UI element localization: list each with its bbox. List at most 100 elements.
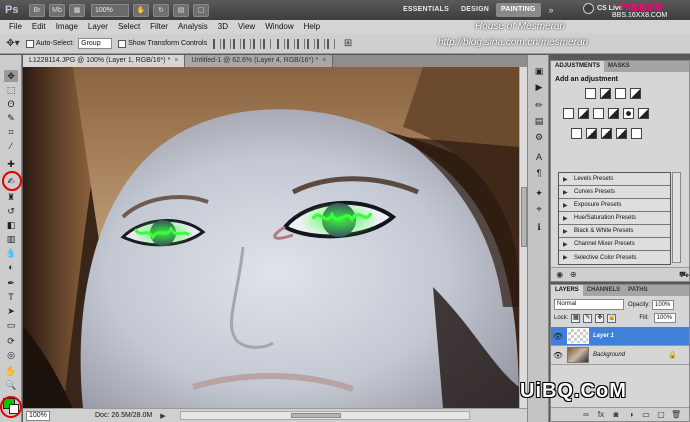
workspace-painting[interactable]: PAINTING [496, 3, 541, 17]
move-tool-preset-icon[interactable]: ✥▾ [6, 38, 20, 50]
menu-view[interactable]: View [233, 20, 260, 34]
preset-levels[interactable]: ▶ Levels Presets [559, 173, 670, 186]
mini-bridge-icon[interactable]: Mb [49, 3, 65, 17]
marquee-tool-icon[interactable]: ⬚ [4, 84, 18, 96]
distribute-top-icon[interactable] [277, 38, 286, 49]
menu-analysis[interactable]: Analysis [173, 20, 213, 34]
vibrance-icon[interactable] [563, 108, 574, 119]
zoom-level-select[interactable]: 100% [91, 3, 129, 17]
auto-select-target-select[interactable]: Group [78, 38, 113, 49]
blend-mode-select[interactable]: Normal [554, 299, 624, 310]
black-white-icon[interactable] [608, 108, 619, 119]
hue-saturation-icon[interactable] [578, 108, 589, 119]
close-icon[interactable]: × [322, 55, 326, 67]
horizontal-scrollbar[interactable] [179, 411, 470, 420]
hand-tool-icon[interactable]: ✋ [4, 365, 18, 377]
distribute-left-icon[interactable] [307, 38, 316, 49]
add-mask-icon[interactable]: ◙ [611, 410, 621, 419]
preset-hue-saturation[interactable]: ▶ Hue/Saturation Presets [559, 212, 670, 225]
more-workspaces-icon[interactable]: » [549, 3, 554, 17]
zoom-percentage-field[interactable]: 100% [26, 410, 50, 421]
layer-row-background[interactable]: 👁 Background 🔒 [551, 346, 689, 365]
3d-camera-tool-icon[interactable]: ◎ [4, 349, 18, 361]
workspace-essentials[interactable]: ESSENTIALS [398, 3, 454, 17]
preset-exposure[interactable]: ▶ Exposure Presets [559, 199, 670, 212]
hand-tool-icon[interactable]: ✋ [133, 3, 149, 17]
character-panel-icon[interactable]: A [532, 151, 546, 163]
distribute-bottom-icon[interactable] [297, 38, 306, 49]
distribute-vcenter-icon[interactable] [287, 38, 296, 49]
presets-scrollbar[interactable] [672, 172, 681, 263]
menu-window[interactable]: Window [260, 20, 298, 34]
rotate-view-icon[interactable]: ↻ [153, 3, 169, 17]
selective-color-icon[interactable] [631, 128, 642, 139]
preset-curves[interactable]: ▶ Curves Presets [559, 186, 670, 199]
actions-panel-icon[interactable]: ▶ [532, 81, 546, 93]
document-canvas[interactable] [23, 67, 519, 408]
history-panel-icon[interactable]: ▣ [532, 65, 546, 77]
channel-mixer-icon[interactable] [638, 108, 649, 119]
tab-adjustments[interactable]: ADJUSTMENTS [551, 61, 605, 72]
blur-tool-icon[interactable]: 💧 [4, 247, 18, 259]
align-left-edges-icon[interactable] [243, 38, 252, 49]
menu-layer[interactable]: Layer [83, 20, 113, 34]
tab-channels[interactable]: CHANNELS [583, 285, 624, 296]
type-tool-icon[interactable]: T [4, 291, 18, 303]
auto-select-parameters-icon[interactable]: ⊕ [570, 270, 578, 279]
color-balance-icon[interactable] [593, 108, 604, 119]
layer-name[interactable]: Background [593, 352, 625, 358]
align-right-edges-icon[interactable] [263, 38, 272, 49]
close-icon[interactable]: × [174, 55, 178, 67]
brush-presets-icon[interactable]: ▤ [532, 115, 546, 127]
status-menu-arrow-icon[interactable]: ▶ [160, 412, 165, 420]
link-layers-icon[interactable]: ∞ [581, 410, 591, 419]
menu-edit[interactable]: Edit [27, 20, 51, 34]
opacity-field[interactable]: 100% [652, 299, 675, 310]
menu-3d[interactable]: 3D [213, 20, 233, 34]
show-transform-checkbox[interactable] [118, 39, 127, 48]
history-brush-tool-icon[interactable]: ↺ [4, 205, 18, 217]
invert-icon[interactable] [571, 128, 582, 139]
align-top-edges-icon[interactable] [213, 38, 222, 49]
move-tool-icon[interactable]: ✥ [4, 70, 18, 82]
path-selection-tool-icon[interactable]: ➤ [4, 305, 18, 317]
tab-masks[interactable]: MASKS [604, 61, 634, 72]
align-bottom-edges-icon[interactable] [233, 38, 242, 49]
info-panel-icon[interactable]: ℹ [532, 221, 546, 233]
gradient-tool-icon[interactable]: ▥ [4, 233, 18, 245]
visibility-eye-icon[interactable]: 👁 [551, 351, 565, 360]
photo-filter-icon[interactable] [623, 108, 634, 119]
quick-selection-tool-icon[interactable]: ✎ [4, 112, 18, 124]
dodge-tool-icon[interactable]: ◐ [4, 261, 18, 273]
clone-source-icon[interactable]: ⚙ [532, 131, 546, 143]
layer-name[interactable]: Layer 1 [593, 333, 614, 339]
align-vertical-centers-icon[interactable] [223, 38, 232, 49]
bridge-icon[interactable]: Br [29, 3, 45, 17]
lock-position-icon[interactable]: ✥ [595, 313, 605, 323]
align-horizontal-centers-icon[interactable] [253, 38, 262, 49]
view-extras-icon[interactable]: ▦ [69, 3, 85, 17]
distribute-right-icon[interactable] [327, 38, 336, 49]
vertical-scrollbar[interactable] [519, 67, 527, 408]
new-layer-icon[interactable]: ▢ [656, 410, 666, 419]
menu-select[interactable]: Select [113, 20, 145, 34]
auto-select-checkbox[interactable] [26, 39, 34, 48]
menu-filter[interactable]: Filter [145, 20, 173, 34]
3d-rotate-tool-icon[interactable]: ⟳ [4, 335, 18, 347]
clone-stamp-tool-icon[interactable]: ♜ [4, 191, 18, 203]
tab-untitled-1[interactable]: Untitled-1 @ 62.6% (Layer 4, RGB/16*) * … [185, 55, 334, 67]
menu-file[interactable]: File [4, 20, 27, 34]
lock-pixels-icon[interactable]: ✎ [583, 313, 593, 323]
paragraph-panel-icon[interactable]: ¶ [532, 167, 546, 179]
crop-tool-icon[interactable]: ⌗ [4, 126, 18, 138]
tool-presets-icon[interactable]: ✦ [532, 187, 546, 199]
eyedropper-tool-icon[interactable]: ⁄ [4, 140, 18, 152]
brightness-contrast-icon[interactable] [585, 88, 596, 99]
zoom-tool-icon[interactable]: 🔍 [4, 379, 18, 391]
truck-icon[interactable]: ⛟ [679, 270, 689, 280]
fill-field[interactable]: 100% [653, 313, 676, 323]
delete-layer-icon[interactable]: 🗑 [671, 410, 681, 419]
gradient-map-icon[interactable] [616, 128, 627, 139]
levels-icon[interactable] [600, 88, 611, 99]
menu-image[interactable]: Image [51, 20, 83, 34]
